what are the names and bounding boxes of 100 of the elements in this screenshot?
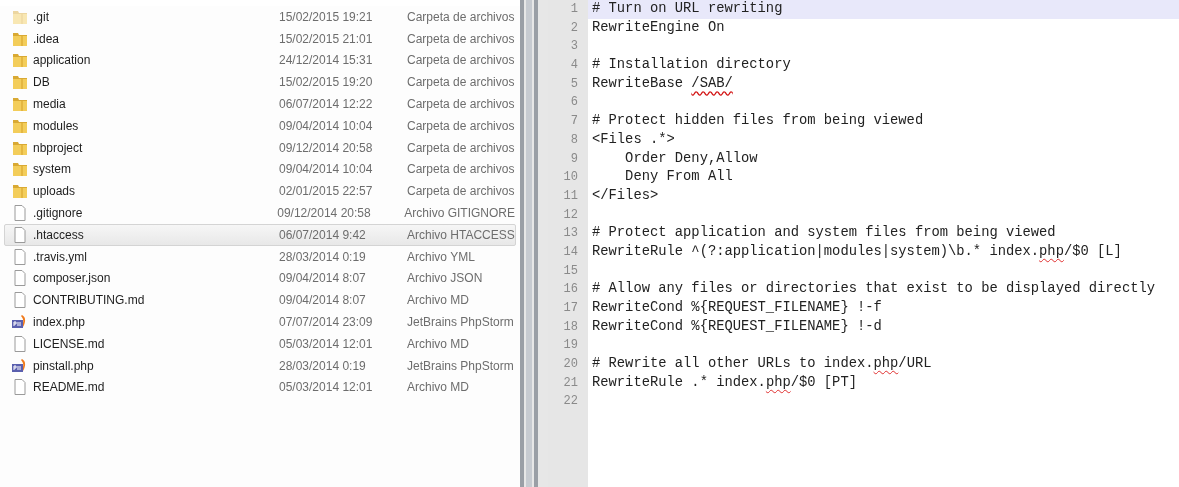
document-icon	[11, 204, 29, 223]
file-date: 09/04/2014 8:07	[279, 293, 367, 308]
file-type: Archivo MD	[407, 336, 469, 351]
line-number: 9	[570, 151, 578, 166]
file-type: Carpeta de archivos	[407, 97, 515, 112]
line-number: 20	[563, 357, 578, 372]
file-type: JetBrains PhpStorm	[407, 315, 514, 330]
file-type: Archivo JSON	[407, 271, 483, 286]
file-date: 09/04/2014 10:04	[279, 118, 374, 133]
file-date: 09/12/2014 20:58	[277, 206, 372, 221]
folder-icon	[11, 95, 29, 114]
file-name: .travis.yml	[33, 249, 88, 264]
folder-icon	[11, 182, 29, 201]
document-icon	[11, 334, 29, 353]
line-number: 6	[570, 95, 578, 110]
file-row[interactable]: CONTRIBUTING.md 09/04/2014 8:07 Archivo MD	[4, 289, 516, 312]
file-date: 24/12/2014 15:31	[279, 53, 374, 68]
line-number: 1	[570, 2, 578, 16]
folder-icon	[11, 160, 29, 179]
file-row[interactable]: nbproject 09/12/2014 20:58 Carpeta de archivos	[4, 136, 516, 159]
code-line: <Files .*>	[591, 130, 676, 149]
folder-icon	[11, 73, 29, 92]
file-date: 05/03/2014 12:01	[279, 336, 374, 351]
file-date: 05/03/2014 12:01	[279, 380, 374, 395]
line-number: 14	[563, 244, 578, 259]
file-name: system	[33, 162, 72, 177]
file-type: Carpeta de archivos	[407, 31, 515, 46]
file-row[interactable]: LICENSE.md 05/03/2014 12:01 Archivo MD	[4, 332, 516, 355]
file-date: 28/03/2014 0:19	[279, 358, 367, 373]
file-name: index.php	[33, 315, 87, 330]
file-type: Archivo HTACCESS	[407, 227, 515, 242]
file-name: CONTRIBUTING.md	[33, 293, 146, 308]
file-row[interactable]: index.php 07/07/2014 23:09 JetBrains PhpStorm	[4, 311, 516, 333]
file-type: Carpeta de archivos	[407, 140, 515, 155]
file-row[interactable]: .gitignore 09/12/2014 20:58 Archivo GITIGNORE	[4, 202, 516, 224]
file-name: .git	[33, 9, 50, 24]
pane-splitter[interactable]	[520, 0, 548, 487]
file-date: 09/12/2014 20:58	[279, 140, 374, 155]
file-row[interactable]: media 06/07/2014 12:22 Carpeta de archivos	[4, 93, 516, 115]
line-number: 10	[563, 170, 578, 185]
file-type: Carpeta de archivos	[407, 162, 515, 177]
file-row[interactable]: README.md 05/03/2014 12:01 Archivo MD	[4, 376, 516, 399]
line-number: 5	[570, 76, 578, 91]
line-number: 17	[563, 301, 578, 315]
file-date: 15/02/2015 21:01	[279, 31, 374, 46]
file-type: JetBrains PhpStorm	[407, 358, 514, 373]
code-line: RewriteCond %{REQUEST_FILENAME} !-d	[591, 317, 883, 336]
file-name: uploads	[33, 184, 77, 199]
file-name: media	[33, 97, 67, 112]
code-line: </Files>	[591, 186, 660, 205]
line-number: 16	[563, 282, 578, 297]
document-icon	[11, 225, 29, 244]
file-type: Carpeta de archivos	[407, 9, 515, 24]
file-date: 06/07/2014 9:42	[279, 227, 367, 242]
file-row[interactable]: .git 15/02/2015 19:21 Carpeta de archivos	[4, 6, 516, 28]
code-line: RewriteRule .* index.php/$0 [PT]	[591, 373, 858, 392]
file-date: 09/04/2014 10:04	[279, 162, 374, 177]
file-name: composer.json	[33, 271, 112, 286]
file-row[interactable]: modules 09/04/2014 10:04 Carpeta de archivos	[4, 115, 516, 137]
line-number: 15	[563, 263, 578, 278]
file-row[interactable]: .idea 15/02/2015 21:01 Carpeta de archivos	[4, 27, 516, 50]
file-row[interactable]: application 24/12/2014 15:31 Carpeta de archivos	[4, 49, 516, 72]
code-line: Order Deny,Allow	[624, 149, 759, 168]
file-date: 09/04/2014 8:07	[279, 271, 367, 286]
file-row[interactable]: .htaccess 06/07/2014 9:42 Archivo HTACCESS	[4, 223, 516, 246]
code-line: RewriteEngine On	[591, 18, 726, 37]
file-date: 07/07/2014 23:09	[279, 315, 374, 330]
line-number: 12	[563, 207, 578, 222]
file-name: .gitignore	[33, 206, 84, 221]
file-type: Archivo MD	[407, 380, 469, 395]
file-row[interactable]: uploads 02/01/2015 22:57 Carpeta de archivos	[4, 180, 516, 203]
code-line: # Protect application and system files from being viewed	[591, 224, 1057, 243]
line-number: 19	[563, 338, 578, 353]
file-date: 15/02/2015 19:20	[279, 75, 374, 90]
file-row[interactable]: DB 15/02/2015 19:20 Carpeta de archivos	[4, 71, 516, 94]
code-line: # Protect hidden files from being viewed	[591, 112, 925, 131]
file-date: 02/01/2015 22:57	[279, 184, 374, 199]
document-icon	[11, 247, 29, 266]
code-line: RewriteRule ^(?:application|modules|system)\b.* index.php/$0 [L]	[591, 242, 1123, 261]
file-name: pinstall.php	[33, 358, 95, 373]
folder-icon	[11, 51, 29, 70]
file-row[interactable]: composer.json 09/04/2014 8:07 Archivo JSON	[4, 267, 516, 290]
file-name: modules	[33, 118, 80, 133]
file-type: Carpeta de archivos	[407, 53, 515, 68]
file-type: Archivo MD	[407, 293, 469, 308]
file-name: README.md	[33, 380, 106, 395]
line-number: 13	[563, 226, 578, 241]
file-type: Carpeta de archivos	[407, 75, 515, 90]
file-name: application	[33, 53, 92, 68]
code-line: Deny From All	[624, 168, 734, 187]
file-row[interactable]: system 09/04/2014 10:04 Carpeta de archivos	[4, 158, 516, 181]
file-name: nbproject	[33, 140, 84, 155]
file-row[interactable]: .travis.yml 28/03/2014 0:19 Archivo YML	[4, 245, 516, 268]
code-line: # Rewrite all other URLs to index.php/URL	[591, 355, 933, 374]
line-number: 2	[570, 20, 578, 35]
code-line: # Installation directory	[591, 56, 792, 75]
file-row[interactable]: pinstall.php 28/03/2014 0:19 JetBrains PhpStorm	[4, 354, 516, 377]
code-line: # Allow any files or directories that exist to be displayed directly	[591, 280, 1156, 299]
line-number: 11	[563, 188, 578, 203]
line-number: 7	[570, 114, 578, 129]
